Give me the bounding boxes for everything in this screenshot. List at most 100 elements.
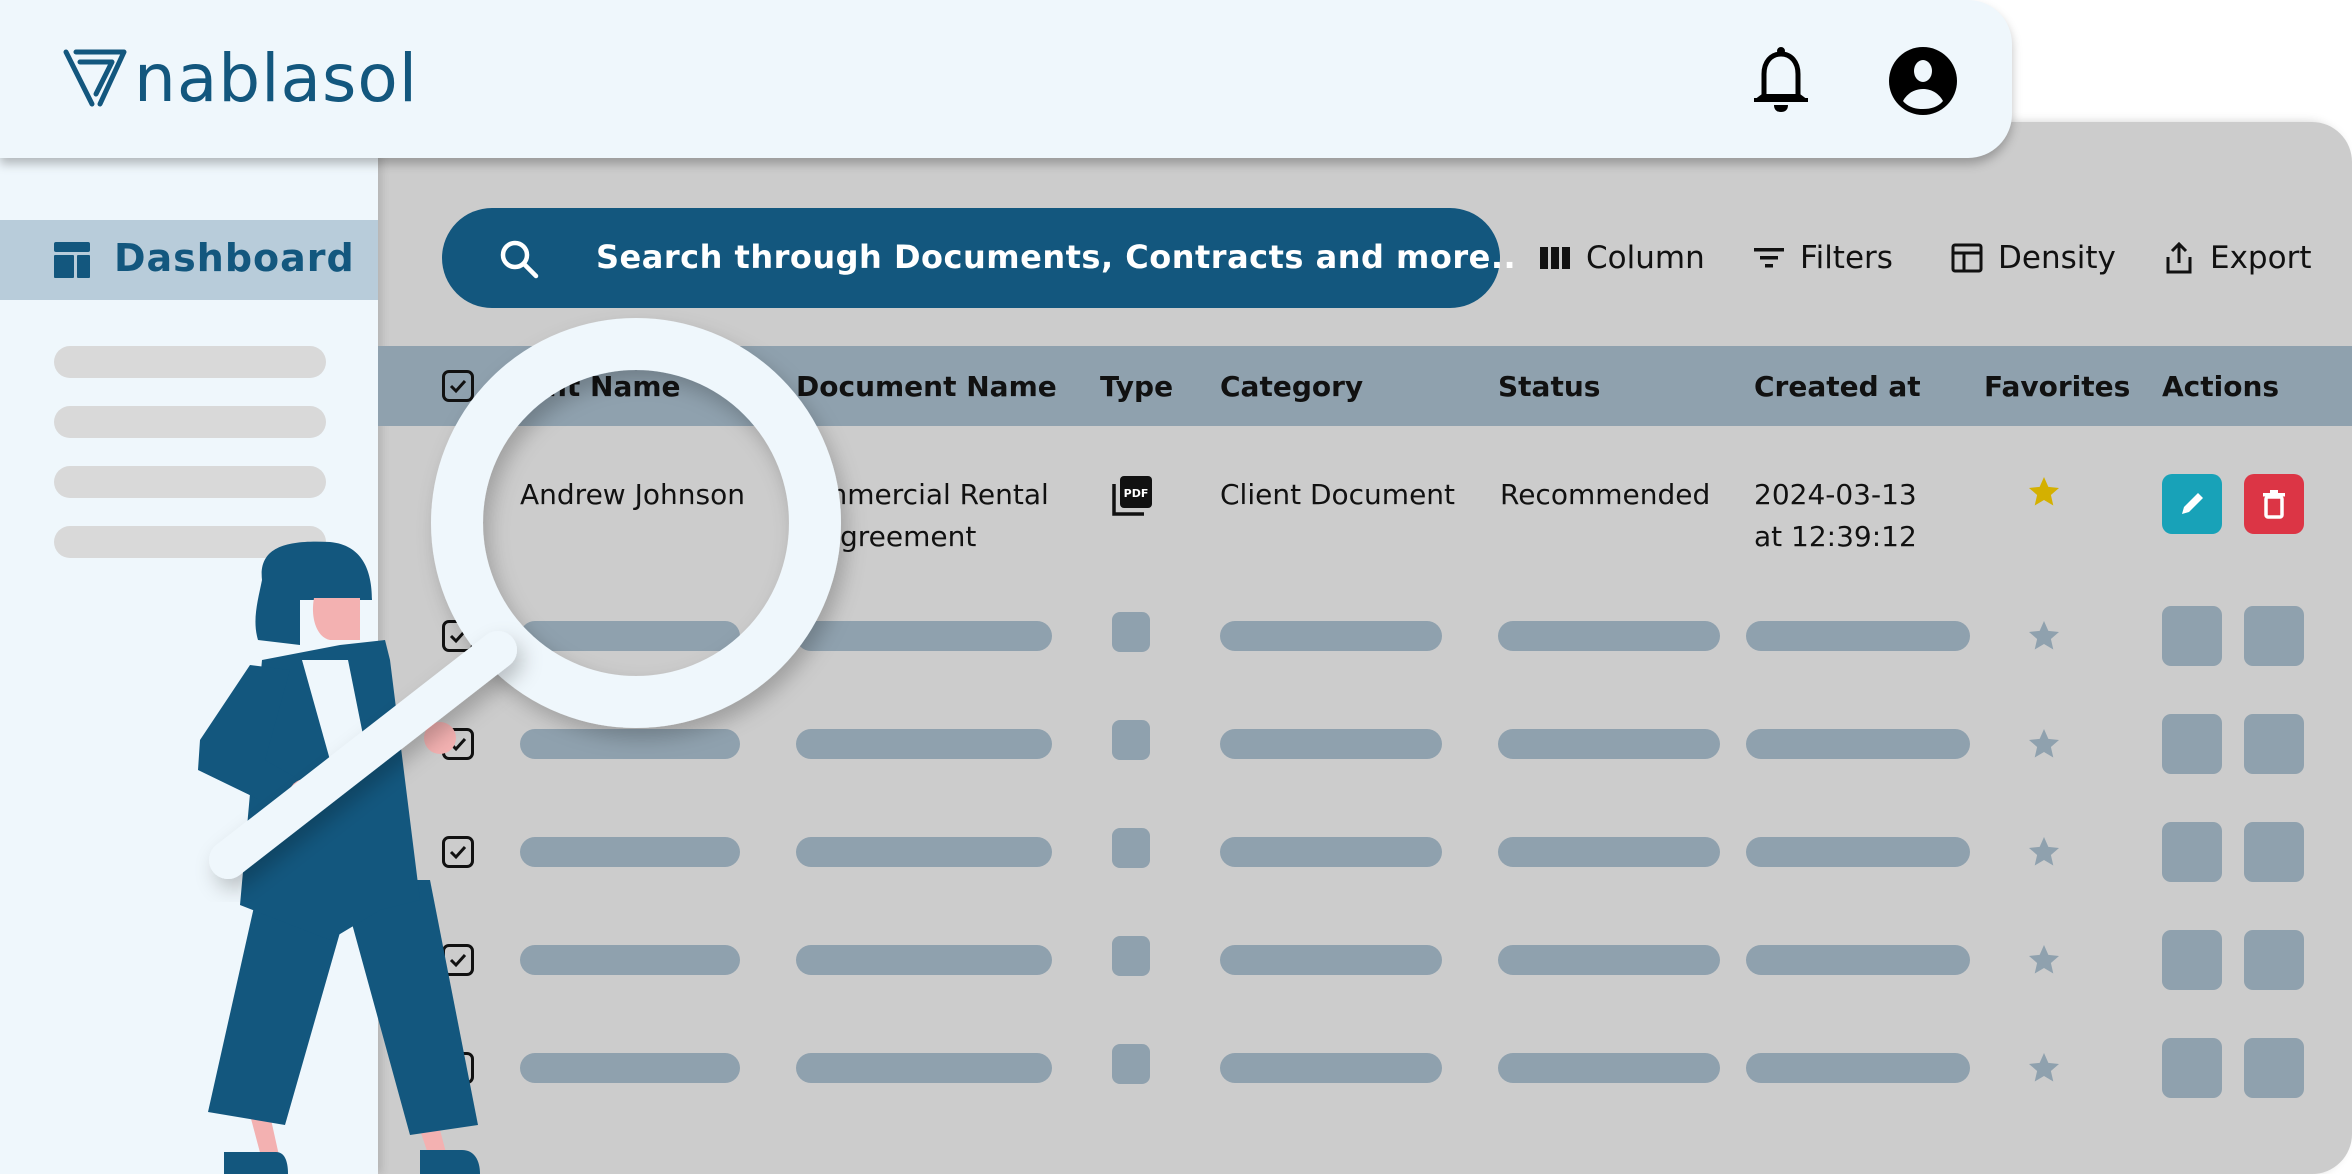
- row-checkbox[interactable]: [442, 944, 474, 976]
- column-header-category[interactable]: Category: [1220, 370, 1363, 403]
- table-header: ent Name Document Name Type Category Sta…: [378, 346, 2352, 426]
- edit-button-placeholder[interactable]: [2162, 1038, 2222, 1098]
- edit-button-placeholder[interactable]: [2162, 606, 2222, 666]
- sidebar-item-label: Dashboard: [114, 236, 355, 280]
- export-label: Export: [2210, 240, 2312, 276]
- text-placeholder: [1498, 1053, 1720, 1083]
- edit-button[interactable]: [2162, 474, 2222, 534]
- text-placeholder: [1220, 621, 1442, 651]
- select-all-checkbox[interactable]: [442, 370, 474, 402]
- delete-button-placeholder[interactable]: [2244, 930, 2304, 990]
- text-placeholder: [796, 621, 1052, 651]
- text-placeholder: [1220, 1053, 1442, 1083]
- column-label: Column: [1586, 240, 1705, 276]
- sidebar-item-placeholder[interactable]: [54, 526, 326, 558]
- column-header-actions[interactable]: Actions: [2162, 370, 2279, 403]
- category-cell: Client Document: [1220, 478, 1456, 511]
- favorite-star-icon[interactable]: [2026, 726, 2062, 762]
- delete-button-placeholder[interactable]: [2244, 822, 2304, 882]
- favorite-star-icon[interactable]: [2026, 1050, 2062, 1086]
- text-placeholder: [1746, 621, 1970, 651]
- column-button[interactable]: Column: [1538, 236, 1705, 280]
- pdf-file-icon: PDF: [1112, 476, 1152, 516]
- nabla-logo-icon: [63, 49, 127, 107]
- client-name-cell: Andrew Johnson: [520, 478, 745, 511]
- text-placeholder: [1746, 945, 1970, 975]
- sidebar-item-placeholder[interactable]: [54, 406, 326, 438]
- text-placeholder: [796, 1053, 1052, 1083]
- document-name-cell-line2[interactable]: greement: [840, 516, 976, 558]
- favorite-star-icon[interactable]: [2026, 834, 2062, 870]
- favorite-star-icon[interactable]: [2026, 618, 2062, 654]
- text-placeholder: [520, 1053, 740, 1083]
- text-placeholder: [796, 837, 1052, 867]
- text-placeholder: [1220, 729, 1442, 759]
- text-placeholder: [1498, 729, 1720, 759]
- column-header-favorites[interactable]: Favorites: [1984, 370, 2130, 403]
- filters-button[interactable]: Filters: [1752, 236, 1893, 280]
- density-label: Density: [1998, 240, 2116, 276]
- app-header: nablasol: [0, 0, 2012, 158]
- density-button[interactable]: Density: [1950, 236, 2116, 280]
- checkmark-icon: [449, 379, 467, 394]
- text-placeholder: [1220, 945, 1442, 975]
- edit-button-placeholder[interactable]: [2162, 714, 2222, 774]
- text-placeholder: [520, 621, 740, 651]
- trash-icon: [2263, 490, 2285, 519]
- delete-button-placeholder[interactable]: [2244, 1038, 2304, 1098]
- text-placeholder: [1220, 837, 1442, 867]
- favorite-star-icon[interactable]: [2026, 942, 2062, 978]
- text-placeholder: [1498, 621, 1720, 651]
- text-placeholder: [796, 945, 1052, 975]
- type-placeholder: [1112, 1044, 1150, 1084]
- sidebar: Dashboard: [0, 150, 378, 1174]
- filter-list-icon: [1754, 248, 1784, 268]
- sidebar-item-dashboard[interactable]: Dashboard: [0, 220, 378, 300]
- text-placeholder: [1498, 945, 1720, 975]
- row-checkbox[interactable]: [442, 836, 474, 868]
- type-placeholder: [1112, 612, 1150, 652]
- row-checkbox[interactable]: [442, 620, 474, 652]
- bell-icon[interactable]: [1752, 46, 1810, 114]
- favorite-star-icon[interactable]: [2026, 474, 2062, 510]
- row-checkbox[interactable]: [442, 1052, 474, 1084]
- brand-logo[interactable]: nablasol: [62, 46, 418, 112]
- type-placeholder: [1112, 828, 1150, 868]
- filters-label: Filters: [1800, 240, 1893, 276]
- type-placeholder: [1112, 936, 1150, 976]
- edit-button-placeholder[interactable]: [2162, 822, 2222, 882]
- column-header-type[interactable]: Type: [1100, 370, 1173, 403]
- text-placeholder: [796, 729, 1052, 759]
- column-header-document-name[interactable]: Document Name: [796, 370, 1057, 403]
- delete-button[interactable]: [2244, 474, 2304, 534]
- text-placeholder: [1498, 837, 1720, 867]
- search-input[interactable]: Search through Documents, Contracts and …: [442, 208, 1516, 308]
- text-placeholder: [1746, 837, 1970, 867]
- edit-button-placeholder[interactable]: [2162, 930, 2222, 990]
- pencil-icon: [2182, 493, 2203, 514]
- search-placeholder: Search through Documents, Contracts and …: [596, 238, 1517, 276]
- text-placeholder: [1746, 729, 1970, 759]
- sidebar-item-placeholder[interactable]: [54, 346, 326, 378]
- text-placeholder: [520, 837, 740, 867]
- brand-name: nablasol: [134, 40, 419, 117]
- text-placeholder: [520, 945, 740, 975]
- column-header-status[interactable]: Status: [1498, 370, 1600, 403]
- created-time-cell: at 12:39:12: [1754, 520, 1917, 553]
- type-placeholder: [1112, 720, 1150, 760]
- sidebar-item-placeholder[interactable]: [54, 466, 326, 498]
- status-cell: Recommended: [1500, 478, 1711, 511]
- column-header-client-name[interactable]: ent Name: [528, 370, 681, 403]
- export-button[interactable]: Export: [2162, 236, 2311, 280]
- delete-button-placeholder[interactable]: [2244, 606, 2304, 666]
- svg-text:PDF: PDF: [1124, 487, 1149, 500]
- row-checkbox[interactable]: [442, 728, 474, 760]
- dashboard-icon: [54, 242, 90, 278]
- delete-button-placeholder[interactable]: [2244, 714, 2304, 774]
- account-circle-icon[interactable]: [1888, 46, 1958, 116]
- column-header-created-at[interactable]: Created at: [1754, 370, 1921, 403]
- density-icon: [1951, 243, 1983, 273]
- search-icon: [500, 240, 539, 279]
- view-column-icon: [1540, 247, 1570, 269]
- document-name-cell[interactable]: mmercial Rental: [820, 474, 1049, 516]
